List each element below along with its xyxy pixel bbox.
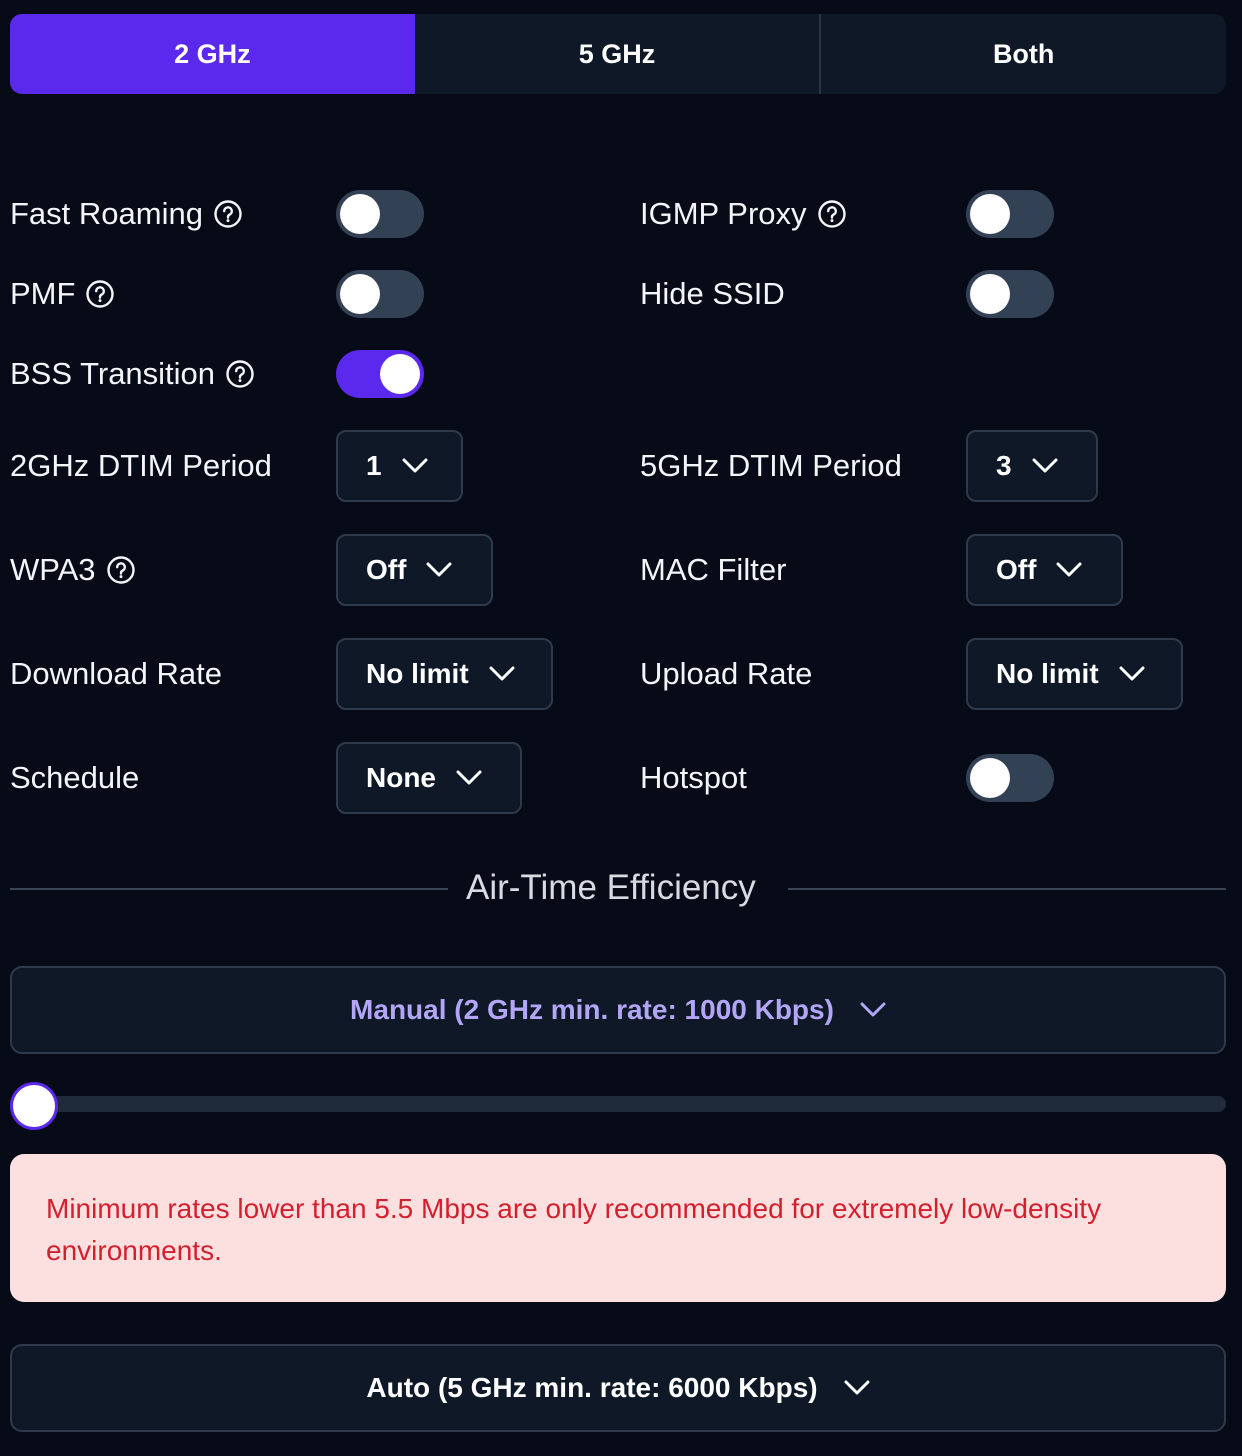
chevron-down-icon	[860, 1002, 886, 1017]
schedule-value: None	[366, 762, 436, 793]
mac-filter-value: Off	[996, 554, 1037, 585]
igmp-proxy-label: IGMP Proxy	[640, 196, 807, 231]
tab-2ghz[interactable]: 2 GHz	[10, 14, 415, 94]
air-time-5ghz-value: Auto (5 GHz min. rate: 6000 Kbps)	[366, 1372, 818, 1403]
bss-transition-setting: BSS Transition	[10, 350, 255, 398]
fast-roaming-setting: Fast Roaming	[10, 190, 243, 238]
dtim-2ghz-label: 2GHz DTIM Period	[10, 448, 272, 483]
upload-rate-value: No limit	[996, 658, 1099, 689]
wpa3-setting: WPA3	[10, 546, 136, 594]
pmf-label: PMF	[10, 276, 76, 311]
section-divider-right	[788, 888, 1226, 890]
dtim-5ghz-setting: 5GHz DTIM Period	[640, 442, 902, 490]
schedule-setting: Schedule	[10, 754, 139, 802]
hide-ssid-setting: Hide SSID	[640, 270, 785, 318]
hide-ssid-toggle[interactable]	[966, 270, 1054, 318]
dtim-2ghz-value: 1	[366, 450, 382, 481]
network-advanced-settings: 2 GHz 5 GHz Both Fast Roaming IGMP Proxy…	[0, 0, 1242, 1456]
upload-rate-setting: Upload Rate	[640, 650, 812, 698]
band-tabs: 2 GHz 5 GHz Both	[10, 14, 1226, 94]
bss-transition-label: BSS Transition	[10, 356, 216, 391]
mac-filter-label: MAC Filter	[640, 552, 787, 587]
upload-rate-select[interactable]: No limit	[966, 638, 1183, 710]
chevron-down-icon	[489, 666, 515, 681]
hide-ssid-label: Hide SSID	[640, 276, 785, 311]
download-rate-select[interactable]: No limit	[336, 638, 553, 710]
toggle-knob	[970, 758, 1010, 798]
min-rate-slider-thumb[interactable]	[10, 1082, 58, 1130]
air-time-2ghz-value: Manual (2 GHz min. rate: 1000 Kbps)	[350, 994, 834, 1025]
download-rate-setting: Download Rate	[10, 650, 222, 698]
pmf-toggle[interactable]	[336, 270, 424, 318]
igmp-proxy-toggle[interactable]	[966, 190, 1054, 238]
toggle-knob	[380, 354, 420, 394]
toggle-knob	[970, 274, 1010, 314]
help-icon[interactable]	[106, 555, 136, 585]
section-divider-left	[10, 888, 448, 890]
dtim-5ghz-label: 5GHz DTIM Period	[640, 448, 902, 483]
mac-filter-setting: MAC Filter	[640, 546, 786, 594]
help-icon[interactable]	[817, 199, 847, 229]
tab-5ghz[interactable]: 5 GHz	[415, 14, 820, 94]
help-icon[interactable]	[213, 199, 243, 229]
toggle-knob	[340, 194, 380, 234]
dtim-5ghz-select[interactable]: 3	[966, 430, 1098, 502]
chevron-down-icon	[1056, 562, 1082, 577]
toggle-knob	[970, 194, 1010, 234]
hotspot-setting: Hotspot	[640, 754, 747, 802]
air-time-2ghz-select[interactable]: Manual (2 GHz min. rate: 1000 Kbps)	[10, 966, 1226, 1054]
download-rate-value: No limit	[366, 658, 469, 689]
min-rate-slider-track[interactable]	[10, 1096, 1226, 1112]
chevron-down-icon	[844, 1380, 870, 1395]
dtim-5ghz-value: 3	[996, 450, 1012, 481]
mac-filter-select[interactable]: Off	[966, 534, 1123, 606]
chevron-down-icon	[426, 562, 452, 577]
chevron-down-icon	[1032, 458, 1058, 473]
chevron-down-icon	[456, 770, 482, 785]
toggle-knob	[340, 274, 380, 314]
warning-text: Minimum rates lower than 5.5 Mbps are on…	[46, 1193, 1102, 1266]
air-time-section-title: Air-Time Efficiency	[466, 868, 756, 907]
upload-rate-label: Upload Rate	[640, 656, 813, 691]
wpa3-label: WPA3	[10, 552, 96, 587]
pmf-setting: PMF	[10, 270, 115, 318]
dtim-2ghz-setting: 2GHz DTIM Period	[10, 442, 272, 490]
download-rate-label: Download Rate	[10, 656, 222, 691]
dtim-2ghz-select[interactable]: 1	[336, 430, 463, 502]
fast-roaming-label: Fast Roaming	[10, 196, 203, 231]
chevron-down-icon	[1119, 666, 1145, 681]
tab-both[interactable]: Both	[819, 14, 1226, 94]
schedule-select[interactable]: None	[336, 742, 522, 814]
help-icon[interactable]	[85, 279, 115, 309]
fast-roaming-toggle[interactable]	[336, 190, 424, 238]
bss-transition-toggle[interactable]	[336, 350, 424, 398]
chevron-down-icon	[402, 458, 428, 473]
igmp-proxy-setting: IGMP Proxy	[640, 190, 847, 238]
wpa3-value: Off	[366, 554, 407, 585]
help-icon[interactable]	[225, 359, 255, 389]
low-rate-warning: Minimum rates lower than 5.5 Mbps are on…	[10, 1154, 1226, 1302]
wpa3-select[interactable]: Off	[336, 534, 493, 606]
air-time-5ghz-select[interactable]: Auto (5 GHz min. rate: 6000 Kbps)	[10, 1344, 1226, 1432]
hotspot-label: Hotspot	[640, 760, 747, 795]
hotspot-toggle[interactable]	[966, 754, 1054, 802]
schedule-label: Schedule	[10, 760, 140, 795]
